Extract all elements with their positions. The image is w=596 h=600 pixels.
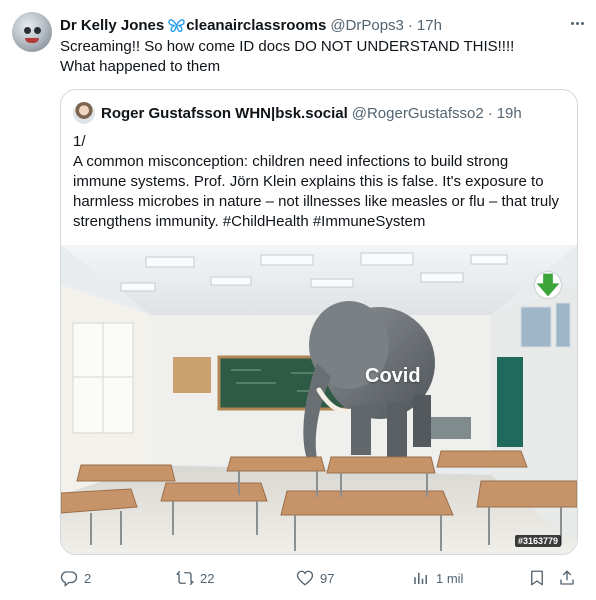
quoted-text-line: strengthens immunity. #ChildHealth #Immu… bbox=[73, 213, 426, 230]
download-icon[interactable] bbox=[535, 272, 561, 298]
action-bar: 2 22 97 1 mil bbox=[60, 567, 580, 589]
avatar-eye bbox=[24, 27, 31, 34]
post[interactable]: Dr Kelly Jones cleanairclassrooms @DrPop… bbox=[0, 0, 596, 600]
classroom-illustration bbox=[61, 245, 577, 554]
post-text: Screaming!! So how come ID docs DO NOT U… bbox=[60, 38, 515, 75]
reply-count: 2 bbox=[84, 570, 92, 586]
views-button[interactable]: 1 mil bbox=[412, 567, 463, 589]
separator: · bbox=[407, 16, 413, 34]
views-icon bbox=[414, 572, 427, 584]
quoted-post-text: 1/ A common misconception: children need… bbox=[73, 132, 567, 232]
butterfly-icon bbox=[168, 18, 185, 32]
like-count: 97 bbox=[320, 570, 335, 586]
share-button[interactable] bbox=[558, 567, 576, 589]
quoted-text-line: 1/ bbox=[73, 133, 86, 150]
like-button[interactable]: 97 bbox=[296, 567, 334, 589]
quoted-post[interactable]: Roger Gustafsson WHN|bsk.social @RogerGu… bbox=[60, 89, 578, 555]
overlay-label: Covid bbox=[365, 365, 421, 387]
quoted-text-line: A common misconception: children need in… bbox=[73, 153, 509, 170]
repost-icon bbox=[176, 570, 194, 586]
author-handle[interactable]: @DrPops3 bbox=[330, 17, 404, 34]
quoted-author-avatar[interactable] bbox=[73, 102, 95, 124]
reply-button[interactable]: 2 bbox=[60, 567, 91, 589]
classroom-elephant-image[interactable]: Covid #3163779 bbox=[61, 245, 577, 554]
avatar-eye bbox=[34, 27, 41, 34]
quoted-author-handle[interactable]: @RogerGustafsso2 bbox=[352, 105, 484, 122]
author-avatar[interactable] bbox=[12, 12, 52, 52]
views-count: 1 mil bbox=[436, 570, 464, 586]
repost-button[interactable]: 22 bbox=[176, 567, 214, 589]
more-icon[interactable] bbox=[566, 14, 588, 32]
author-name: Dr Kelly Jones bbox=[60, 16, 165, 34]
quoted-text-line: immune systems. Prof. Jörn Klein explain… bbox=[73, 173, 544, 190]
separator: · bbox=[487, 104, 493, 122]
author-name-suffix: cleanairclassrooms bbox=[186, 16, 327, 34]
repost-count: 22 bbox=[200, 570, 215, 586]
quoted-post-header: Roger Gustafsson WHN|bsk.social @RogerGu… bbox=[73, 102, 522, 124]
quoted-author-name[interactable]: Roger Gustafsson WHN|bsk.social bbox=[101, 105, 348, 122]
post-time[interactable]: 17h bbox=[417, 17, 442, 34]
reply-icon bbox=[60, 571, 78, 587]
like-icon bbox=[296, 570, 314, 586]
author-name-link[interactable]: Dr Kelly Jones cleanairclassrooms bbox=[60, 17, 326, 34]
stock-image-id: #3163779 bbox=[514, 535, 561, 547]
quoted-post-time[interactable]: 19h bbox=[497, 105, 522, 122]
avatar-mouth bbox=[25, 38, 39, 43]
post-header: Dr Kelly Jones cleanairclassrooms @DrPop… bbox=[60, 14, 584, 36]
bookmark-button[interactable] bbox=[528, 567, 546, 589]
quoted-text-line: harmless microbes in nature – not illnes… bbox=[73, 193, 560, 210]
bookmark-icon bbox=[531, 570, 543, 586]
share-icon bbox=[560, 570, 574, 585]
